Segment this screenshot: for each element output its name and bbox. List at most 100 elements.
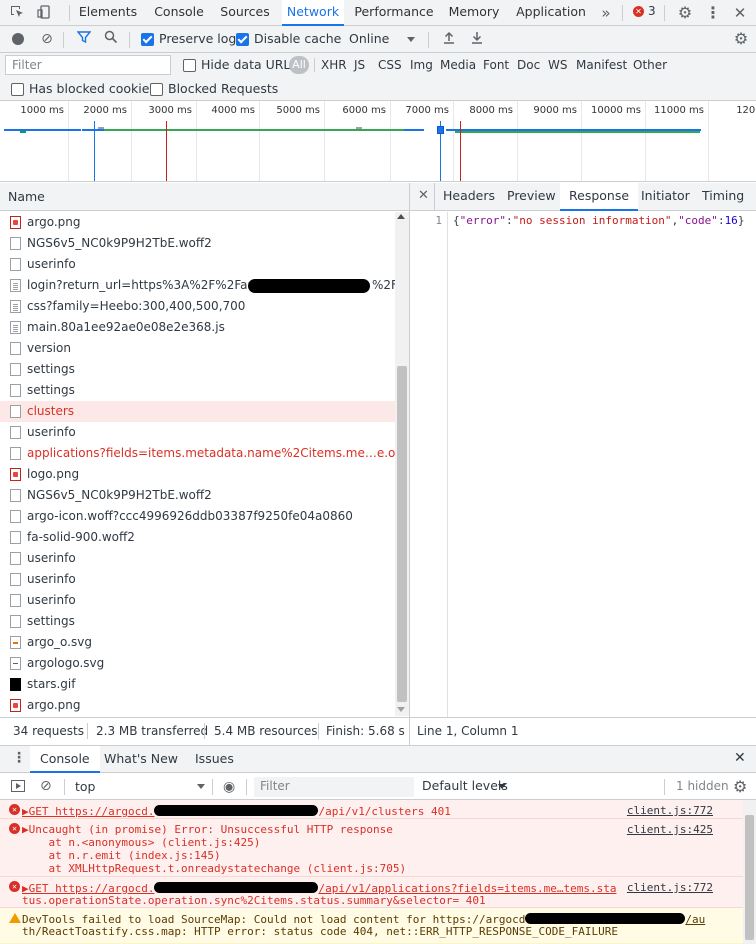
search-icon[interactable] [102,30,120,48]
name-column-header[interactable]: Name [8,189,45,204]
request-row[interactable]: argo-icon.woff?ccc4996926ddb03387f9250fe… [0,506,395,527]
hide-data-urls-checkbox[interactable] [183,59,196,72]
stack-frame[interactable]: at n.r.emit (index.js:145) [22,849,220,862]
drawer-tab-console[interactable]: Console [30,746,100,773]
type-filter-all[interactable]: All [289,56,309,74]
console-warning-message[interactable]: DevTools failed to load SourceMap: Could… [0,908,743,944]
type-filter-doc[interactable]: Doc [517,53,540,77]
request-row[interactable]: applications?fields=items.metadata.name%… [0,443,395,464]
timeline-selection-handle[interactable] [437,126,444,134]
tab-initiator[interactable]: Initiator [641,183,690,211]
network-settings-gear-icon[interactable]: ⚙ [732,30,750,48]
clear-icon[interactable]: ⊘ [38,30,56,48]
console-filter-input[interactable]: Filter [254,777,414,797]
record-icon[interactable] [12,33,24,45]
clear-console-icon[interactable]: ⊘ [40,778,52,794]
chevron-down-icon[interactable] [197,784,205,789]
tab-memory[interactable]: Memory [446,0,502,26]
request-row[interactable]: userinfo [0,548,395,569]
request-row[interactable]: stars.gif [0,674,395,695]
filter-funnel-icon[interactable] [75,30,93,48]
type-filter-img[interactable]: Img [410,53,433,77]
close-detail-icon[interactable]: ✕ [418,188,429,203]
export-har-icon[interactable] [468,30,486,48]
tab-sources[interactable]: Sources [217,0,273,26]
type-filter-xhr[interactable]: XHR [321,53,347,77]
request-row[interactable]: argo_o.svg [0,632,395,653]
settings-gear-icon[interactable]: ⚙ [676,4,694,22]
request-row[interactable]: NGS6v5_NC0k9P9H2TbE.woff2 [0,233,395,254]
scroll-down-icon[interactable] [397,707,405,712]
scroll-up-icon[interactable] [397,214,405,219]
type-filter-ws[interactable]: WS [548,53,567,77]
network-overview-timeline[interactable]: 1000 ms 2000 ms 3000 ms 4000 ms 5000 ms 6000 … [0,101,756,182]
context-select[interactable]: top [75,779,95,794]
request-row[interactable]: clusters [0,401,395,422]
type-filter-other[interactable]: Other [633,53,667,77]
request-row[interactable]: userinfo [0,590,395,611]
request-row[interactable]: login?return_url=https%3A%2F%2Fargocd. %2… [0,275,395,296]
console-settings-gear-icon[interactable]: ⚙ [733,777,747,796]
request-row[interactable]: argologo.svg [0,653,395,674]
request-row[interactable]: fa-solid-900.woff2 [0,527,395,548]
tab-elements[interactable]: Elements [76,0,140,26]
tab-headers[interactable]: Headers [443,183,495,211]
request-row[interactable]: argo.png [0,212,395,233]
request-row[interactable]: userinfo [0,254,395,275]
tab-performance[interactable]: Performance [352,0,436,26]
error-count[interactable]: 3 [648,4,656,18]
request-row[interactable]: version [0,338,395,359]
stack-frame[interactable]: at n.<anonymous> (client.js:425) [22,836,260,849]
more-tabs-icon[interactable]: » [597,4,615,22]
tab-console[interactable]: Console [148,0,210,26]
request-row[interactable]: logo.png [0,464,395,485]
request-row[interactable]: NGS6v5_NC0k9P9H2TbE.woff2 [0,485,395,506]
type-filter-css[interactable]: CSS [378,53,402,77]
live-expression-eye-icon[interactable]: ◉ [223,779,235,795]
has-blocked-cookies-checkbox[interactable] [11,83,24,96]
response-body[interactable]: {"error":"no session information","code"… [453,214,744,227]
request-row[interactable]: argo.png [0,695,395,716]
stack-frame[interactable]: at XMLHttpRequest.t.onreadystatechange (… [22,862,406,875]
console-scrollbar-thumb[interactable] [745,815,754,940]
tab-application[interactable]: Application [514,0,588,26]
type-filter-media[interactable]: Media [440,53,476,77]
tab-network[interactable]: Network [282,0,344,26]
type-filter-js[interactable]: JS [354,53,365,77]
log-levels-select[interactable]: Default levels [422,778,508,793]
drawer-tab-whats-new[interactable]: What's New [104,751,178,766]
chevron-down-icon[interactable] [498,784,506,789]
error-icon[interactable]: ✕ [633,6,644,17]
more-options-icon[interactable]: ⋮ [704,4,722,22]
type-filter-font[interactable]: Font [483,53,509,77]
request-row[interactable]: settings [0,359,395,380]
tab-preview[interactable]: Preview [507,183,556,211]
chevron-down-icon[interactable] [407,37,415,42]
request-row[interactable]: css?family=Heebo:300,400,500,700 [0,296,395,317]
throttling-select[interactable]: Online [349,31,389,46]
source-link[interactable]: client.js:772 [627,804,713,817]
console-error-message[interactable]: ✕ ▶GET https://argocd./api/v1/applicatio… [0,877,743,908]
request-row[interactable]: settings [0,611,395,632]
show-sidebar-icon[interactable] [11,780,25,792]
console-error-message[interactable]: ✕ ▶GET https://argocd. /api/v1/clusters 4… [0,800,743,819]
source-link[interactable]: client.js:425 [627,823,713,836]
disable-cache-checkbox[interactable] [236,33,249,46]
filter-input[interactable]: Filter [5,55,171,75]
source-link[interactable]: client.js:772 [627,881,713,894]
import-har-icon[interactable] [440,30,458,48]
blocked-requests-checkbox[interactable] [150,83,163,96]
device-toolbar-icon[interactable] [36,4,54,22]
request-row[interactable]: userinfo [0,569,395,590]
request-row[interactable]: userinfo [0,422,395,443]
console-error-message[interactable]: ✕ ▶Uncaught (in promise) Error: Unsucces… [0,819,743,877]
close-drawer-icon[interactable]: ✕ [734,750,746,766]
close-devtools-icon[interactable]: ✕ [731,4,749,22]
inspect-element-icon[interactable] [8,4,26,22]
tab-response[interactable]: Response [560,183,639,211]
type-filter-manifest[interactable]: Manifest [576,53,627,77]
request-row[interactable]: main.80a1ee92ae0e08e2e368.js [0,317,395,338]
drawer-tab-issues[interactable]: Issues [195,751,234,766]
scrollbar-thumb[interactable] [397,366,407,702]
preserve-log-checkbox[interactable] [141,33,154,46]
